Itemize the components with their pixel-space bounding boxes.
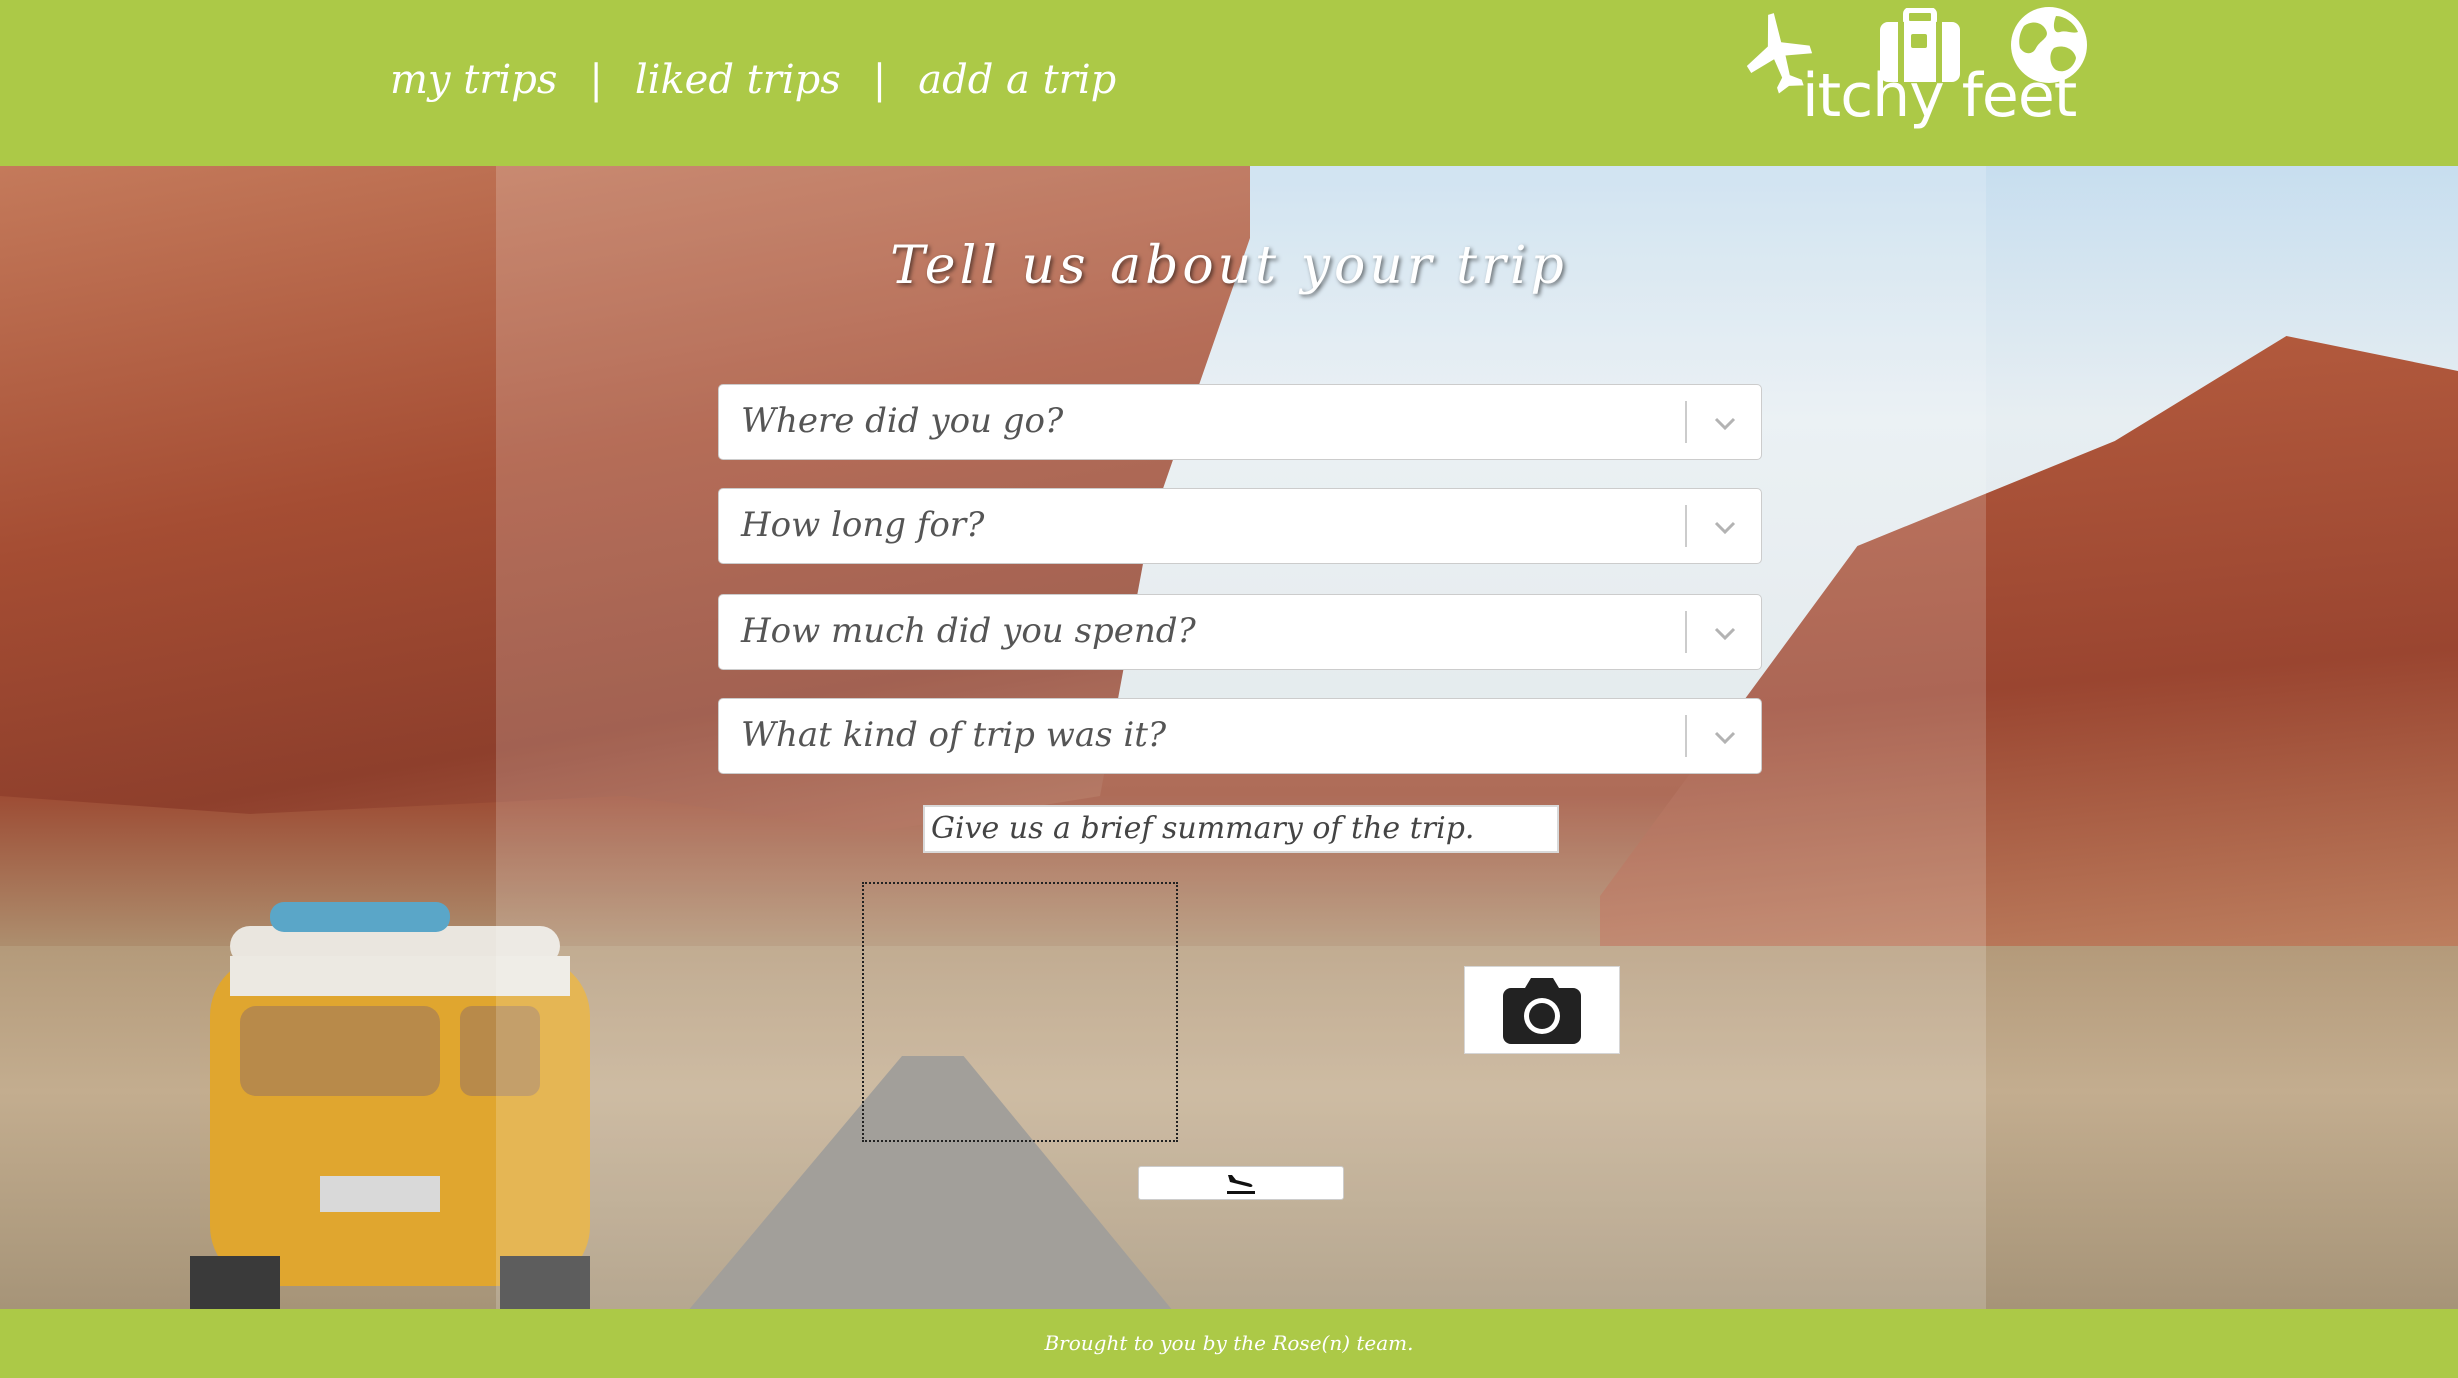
duration-select[interactable]: How long for? [718, 488, 1762, 564]
select-divider [1685, 611, 1687, 653]
nav-my-trips-link[interactable]: my trips [390, 57, 557, 103]
cost-select[interactable]: How much did you spend? [718, 594, 1762, 670]
chevron-down-icon[interactable] [1711, 409, 1739, 437]
nav-separator: | [589, 57, 603, 103]
nav-separator: | [872, 57, 887, 103]
select-placeholder: How much did you spend? [741, 611, 1196, 651]
select-divider [1685, 505, 1687, 547]
nav-add-a-trip-link[interactable]: add a trip [918, 57, 1116, 103]
itchy-feet-logo[interactable]: itchy feet [1740, 4, 2090, 144]
trip-summary-input[interactable]: Give us a brief summary of the trip. [923, 805, 1559, 853]
select-placeholder: Where did you go? [741, 401, 1064, 441]
destination-select[interactable]: Where did you go? [718, 384, 1762, 460]
select-divider [1685, 715, 1687, 757]
trip-type-select[interactable]: What kind of trip was it? [718, 698, 1762, 774]
chevron-down-icon[interactable] [1711, 723, 1739, 751]
logo-text: itchy feet [1802, 61, 2077, 131]
camera-icon [1503, 978, 1581, 1044]
plane-landing-icon [1227, 1175, 1255, 1194]
submit-trip-button[interactable] [1138, 1166, 1344, 1200]
page-title: Tell us about your trip [890, 236, 1568, 296]
select-divider [1685, 401, 1687, 443]
upload-photo-button[interactable] [1464, 966, 1620, 1054]
site-header: my trips | liked trips | add a trip itch… [0, 0, 2458, 166]
main-nav: my trips | liked trips | add a trip [390, 50, 1116, 110]
select-placeholder: How long for? [741, 505, 985, 545]
chevron-down-icon[interactable] [1711, 619, 1739, 647]
footer-credit: Brought to you by the Rose(n) team. [1044, 1331, 1414, 1355]
site-footer: Brought to you by the Rose(n) team. [0, 1309, 2458, 1378]
photo-dropzone[interactable] [862, 882, 1178, 1142]
select-placeholder: What kind of trip was it? [741, 715, 1167, 755]
chevron-down-icon[interactable] [1711, 513, 1739, 541]
nav-liked-trips-link[interactable]: liked trips [635, 57, 841, 103]
